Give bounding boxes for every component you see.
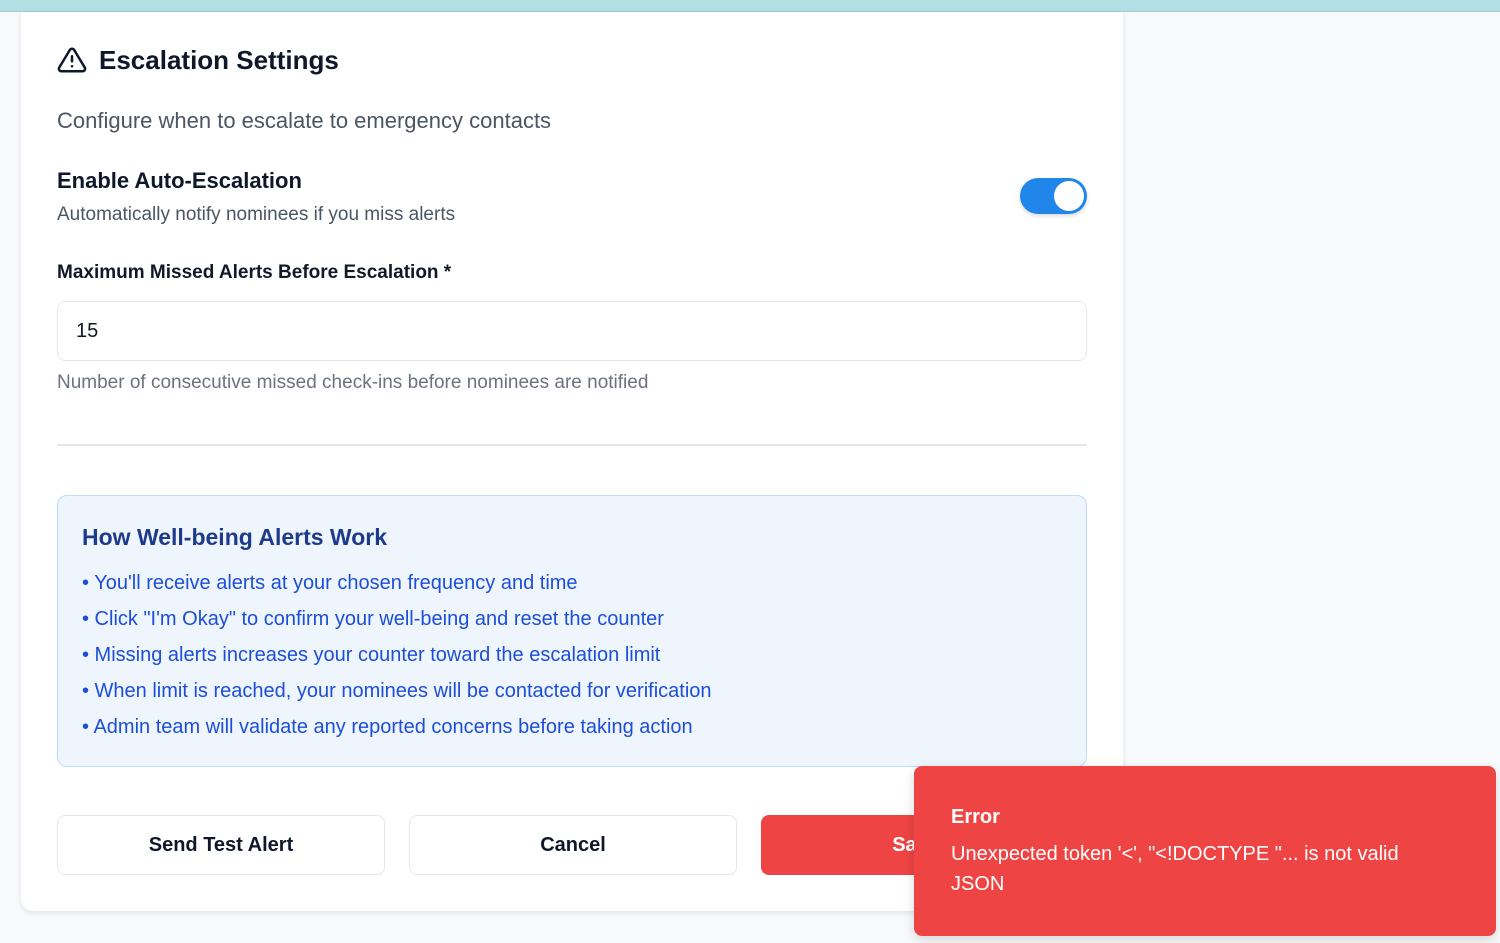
cancel-button[interactable]: Cancel	[409, 815, 737, 875]
toast-message: Unexpected token '<', "<!DOCTYPE "... is…	[951, 843, 1399, 895]
card-header: Escalation Settings	[57, 42, 339, 78]
max-missed-input[interactable]	[57, 301, 1087, 361]
info-item: • When limit is reached, your nominees w…	[82, 680, 712, 702]
max-missed-label: Maximum Missed Alerts Before Escalation …	[57, 262, 452, 283]
toast-title: Error	[951, 806, 1000, 828]
auto-escalation-label: Enable Auto-Escalation	[57, 168, 302, 193]
toggle-knob	[1054, 181, 1084, 211]
warning-triangle-icon	[57, 47, 87, 73]
error-toast[interactable]: Error Unexpected token '<', "<!DOCTYPE "…	[914, 766, 1496, 936]
info-item: • Click "I'm Okay" to confirm your well-…	[82, 608, 664, 630]
auto-escalation-description: Automatically notify nominees if you mis…	[57, 204, 456, 225]
info-item: • Admin team will validate any reported …	[82, 716, 693, 738]
card-subtitle: Configure when to escalate to emergency …	[57, 108, 552, 133]
info-item: • You'll receive alerts at your chosen f…	[82, 572, 578, 594]
send-test-alert-button[interactable]: Send Test Alert	[57, 815, 385, 875]
card-title: Escalation Settings	[99, 44, 339, 75]
info-item: • Missing alerts increases your counter …	[82, 644, 661, 666]
auto-escalation-toggle[interactable]	[1020, 178, 1087, 214]
info-list: • You'll receive alerts at your chosen f…	[82, 565, 1062, 745]
max-missed-help: Number of consecutive missed check-ins b…	[57, 372, 649, 393]
top-strip	[0, 0, 1500, 12]
info-title: How Well-being Alerts Work	[82, 524, 387, 550]
info-box: How Well-being Alerts Work • You'll rece…	[57, 495, 1087, 767]
section-divider	[57, 444, 1087, 446]
